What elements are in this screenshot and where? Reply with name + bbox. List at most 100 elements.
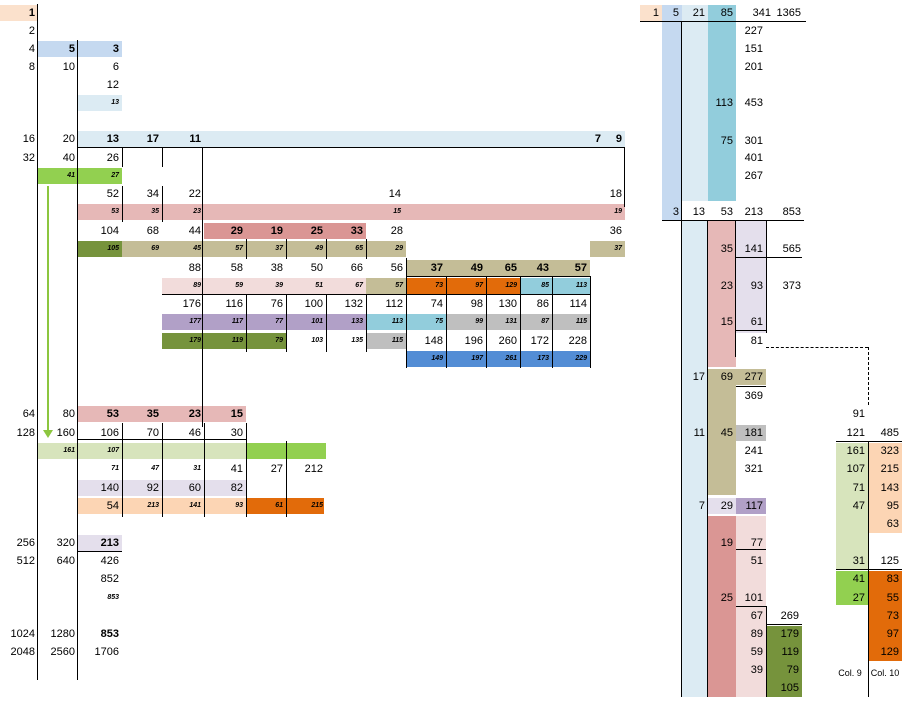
number-cell: 241 <box>744 445 763 457</box>
number-cell: 565 <box>782 243 801 255</box>
number-cell: 3 <box>672 206 679 218</box>
number-cell: 373 <box>782 280 801 292</box>
number-cell: 27 <box>852 592 865 604</box>
number-cell: 61 <box>275 502 283 509</box>
number-cell: 119 <box>781 646 799 658</box>
number-cell: 132 <box>344 298 363 310</box>
number-cell: 85 <box>541 282 549 289</box>
number-cell: 29 <box>720 500 733 512</box>
number-cell: 114 <box>569 298 587 310</box>
number-cell: 148 <box>424 335 443 347</box>
number-cell: 20 <box>62 133 75 145</box>
number-cell: 23 <box>193 208 201 215</box>
number-cell: 133 <box>351 318 363 325</box>
dashed-connector <box>868 347 869 405</box>
grid-vline <box>37 4 38 680</box>
number-cell: 301 <box>744 135 763 147</box>
number-cell: 113 <box>715 97 733 109</box>
column-label-10: Col. 10 <box>870 668 900 678</box>
number-cell: 260 <box>498 335 517 347</box>
number-cell: 1 <box>652 7 659 19</box>
number-cell: 38 <box>270 262 283 274</box>
number-cell: 100 <box>304 298 323 310</box>
number-cell: 35 <box>720 243 733 255</box>
number-cell: 87 <box>541 318 549 325</box>
number-cell: 196 <box>464 335 483 347</box>
number-cell: 125 <box>880 555 899 567</box>
arrow-down-icon <box>43 430 53 438</box>
number-cell: 321 <box>744 463 763 475</box>
grid-hline <box>78 551 122 552</box>
number-cell: 59 <box>235 282 243 289</box>
number-cell: 105 <box>780 682 799 694</box>
number-cell: 91 <box>852 408 865 420</box>
number-cell: 25 <box>310 225 323 237</box>
number-cell: 11 <box>693 427 705 439</box>
number-cell: 50 <box>310 262 323 274</box>
number-cell: 1024 <box>10 628 35 640</box>
number-cell: 53 <box>106 408 119 420</box>
number-cell: 76 <box>270 298 283 310</box>
number-cell: 81 <box>750 335 763 347</box>
number-cell: 35 <box>146 408 159 420</box>
number-cell: 41 <box>230 463 243 475</box>
number-cell: 77 <box>750 537 763 549</box>
number-cell: 51 <box>750 555 763 567</box>
number-cell: 15 <box>393 208 401 215</box>
number-cell: 92 <box>146 482 159 494</box>
number-cell: 6 <box>112 61 119 73</box>
number-cell: 79 <box>786 664 799 676</box>
number-cell: 45 <box>720 427 733 439</box>
number-cell: 7 <box>698 500 705 512</box>
number-cell: 179 <box>189 337 201 344</box>
number-cell: 151 <box>744 43 763 55</box>
number-cell: 99 <box>475 318 483 325</box>
number-cell: 67 <box>750 610 763 622</box>
number-cell: 426 <box>100 555 119 567</box>
number-cell: 14 <box>388 188 401 200</box>
number-cell: 75 <box>435 318 443 325</box>
number-cell: 49 <box>470 262 483 274</box>
number-cell: 852 <box>100 573 119 585</box>
number-cell: 73 <box>886 610 899 622</box>
number-cell: 19 <box>270 225 283 237</box>
number-cell: 341 <box>752 7 771 19</box>
grid-hline <box>736 606 766 607</box>
number-cell: 1706 <box>94 646 119 658</box>
number-cell: 5 <box>672 7 679 19</box>
color-band <box>682 5 708 201</box>
number-cell: 55 <box>886 592 899 604</box>
number-cell: 15 <box>720 316 733 328</box>
number-cell: 43 <box>536 262 549 274</box>
number-cell: 40 <box>62 152 75 164</box>
number-cell: 104 <box>100 225 119 237</box>
number-cell: 19 <box>720 537 733 549</box>
number-cell: 70 <box>146 427 159 439</box>
number-cell: 41 <box>67 172 75 179</box>
number-cell: 32 <box>22 152 35 164</box>
number-cell: 69 <box>720 371 733 383</box>
number-cell: 128 <box>16 427 35 439</box>
number-cell: 25 <box>720 592 733 604</box>
number-cell: 61 <box>750 316 763 328</box>
arrow-shaft <box>47 186 49 432</box>
number-cell: 106 <box>100 427 119 439</box>
number-cell: 267 <box>744 170 763 182</box>
number-cell: 15 <box>230 408 243 420</box>
number-cell: 86 <box>536 298 549 310</box>
number-cell: 54 <box>106 500 119 512</box>
number-cell: 23 <box>188 408 201 420</box>
number-cell: 640 <box>56 555 75 567</box>
number-cell: 135 <box>351 337 363 344</box>
number-cell: 75 <box>720 135 733 147</box>
column-label-9: Col. 9 <box>838 668 862 678</box>
number-cell: 853 <box>782 206 801 218</box>
number-cell: 277 <box>744 371 763 383</box>
grid-hline <box>736 257 802 258</box>
grid-hline <box>162 294 590 295</box>
number-cell: 51 <box>315 282 323 289</box>
number-cell: 129 <box>880 646 899 658</box>
number-cell: 57 <box>235 245 243 252</box>
number-cell: 77 <box>275 318 283 325</box>
grid-hline <box>836 569 902 570</box>
